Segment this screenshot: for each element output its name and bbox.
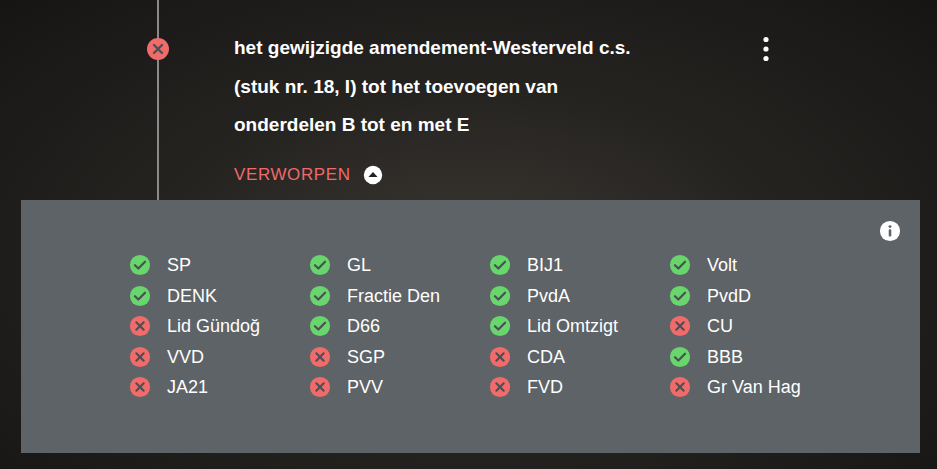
vote-item: FVD (489, 372, 669, 403)
title-line: (stuk nr. 18, I) tot het toevoegen van (234, 68, 754, 107)
timeline (146, 0, 170, 200)
check-icon (669, 285, 691, 307)
check-icon (309, 285, 331, 307)
vote-item: PVV (309, 372, 489, 403)
vote-item: DENK (129, 281, 309, 312)
vote-item: JA21 (129, 372, 309, 403)
vote-item: GL (309, 250, 489, 281)
party-name: Lid Gündoğ (167, 315, 260, 337)
party-name: FVD (527, 376, 563, 398)
votes-panel: SP GL BIJ1 Volt DENK Fractie Den PvdA PvdD Lid G… (21, 200, 920, 453)
check-icon (489, 254, 511, 276)
vote-item: SGP (309, 342, 489, 373)
check-icon (489, 285, 511, 307)
party-name: Fractie Den (347, 285, 440, 307)
vote-item: BBB (669, 342, 849, 373)
party-name: Gr Van Hag (707, 376, 801, 398)
cross-icon (489, 346, 511, 368)
check-icon (489, 315, 511, 337)
cross-icon (146, 37, 170, 61)
party-name: BIJ1 (527, 254, 563, 276)
motion-header: het gewijzigde amendement-Westerveld c.s… (0, 0, 937, 200)
party-name: PvdA (527, 285, 570, 307)
vote-item: PvdD (669, 281, 849, 312)
party-name: SP (167, 254, 191, 276)
cross-icon (129, 346, 151, 368)
check-icon (309, 254, 331, 276)
cross-icon (129, 376, 151, 398)
party-name: JA21 (167, 376, 208, 398)
vote-item: Gr Van Hag (669, 372, 849, 403)
more-icon[interactable] (762, 36, 770, 62)
result-toggle[interactable]: VERWORPEN (234, 164, 754, 186)
title-line: onderdelen B tot en met E (234, 106, 754, 145)
vote-item: BIJ1 (489, 250, 669, 281)
vote-item: D66 (309, 311, 489, 342)
party-name: VVD (167, 346, 204, 368)
party-name: DENK (167, 285, 217, 307)
result-label[interactable]: VERWORPEN (234, 164, 351, 186)
cross-icon (489, 376, 511, 398)
vote-item: SP (129, 250, 309, 281)
party-name: Volt (707, 254, 737, 276)
cross-icon (669, 376, 691, 398)
party-name: BBB (707, 346, 743, 368)
check-icon (309, 315, 331, 337)
party-name: Lid Omtzigt (527, 315, 618, 337)
party-name: SGP (347, 346, 385, 368)
party-name: GL (347, 254, 371, 276)
vote-item: Lid Omtzigt (489, 311, 669, 342)
party-name: CU (707, 315, 733, 337)
more-menu[interactable] (762, 0, 770, 200)
title-line: het gewijzigde amendement-Westerveld c.s… (234, 29, 754, 68)
background-photo: het gewijzigde amendement-Westerveld c.s… (0, 0, 937, 469)
vote-item: Lid Gündoğ (129, 311, 309, 342)
check-icon (129, 254, 151, 276)
votes-grid: SP GL BIJ1 Volt DENK Fractie Den PvdA PvdD Lid G… (129, 250, 920, 403)
check-icon (669, 346, 691, 368)
party-name: D66 (347, 315, 380, 337)
vote-item: PvdA (489, 281, 669, 312)
cross-icon (309, 376, 331, 398)
cross-icon (669, 315, 691, 337)
vote-item: CDA (489, 342, 669, 373)
cross-icon (309, 346, 331, 368)
check-icon (669, 254, 691, 276)
motion-title: het gewijzigde amendement-Westerveld c.s… (234, 29, 754, 145)
vote-item: Volt (669, 250, 849, 281)
party-name: PVV (347, 376, 383, 398)
vote-item: Fractie Den (309, 281, 489, 312)
vote-item: VVD (129, 342, 309, 373)
party-name: CDA (527, 346, 565, 368)
cross-icon (129, 315, 151, 337)
party-name: PvdD (707, 285, 751, 307)
chevron-up-icon[interactable] (363, 165, 383, 185)
check-icon (129, 285, 151, 307)
info-icon[interactable] (879, 220, 901, 242)
vote-item: CU (669, 311, 849, 342)
motion-content: het gewijzigde amendement-Westerveld c.s… (234, 0, 754, 200)
